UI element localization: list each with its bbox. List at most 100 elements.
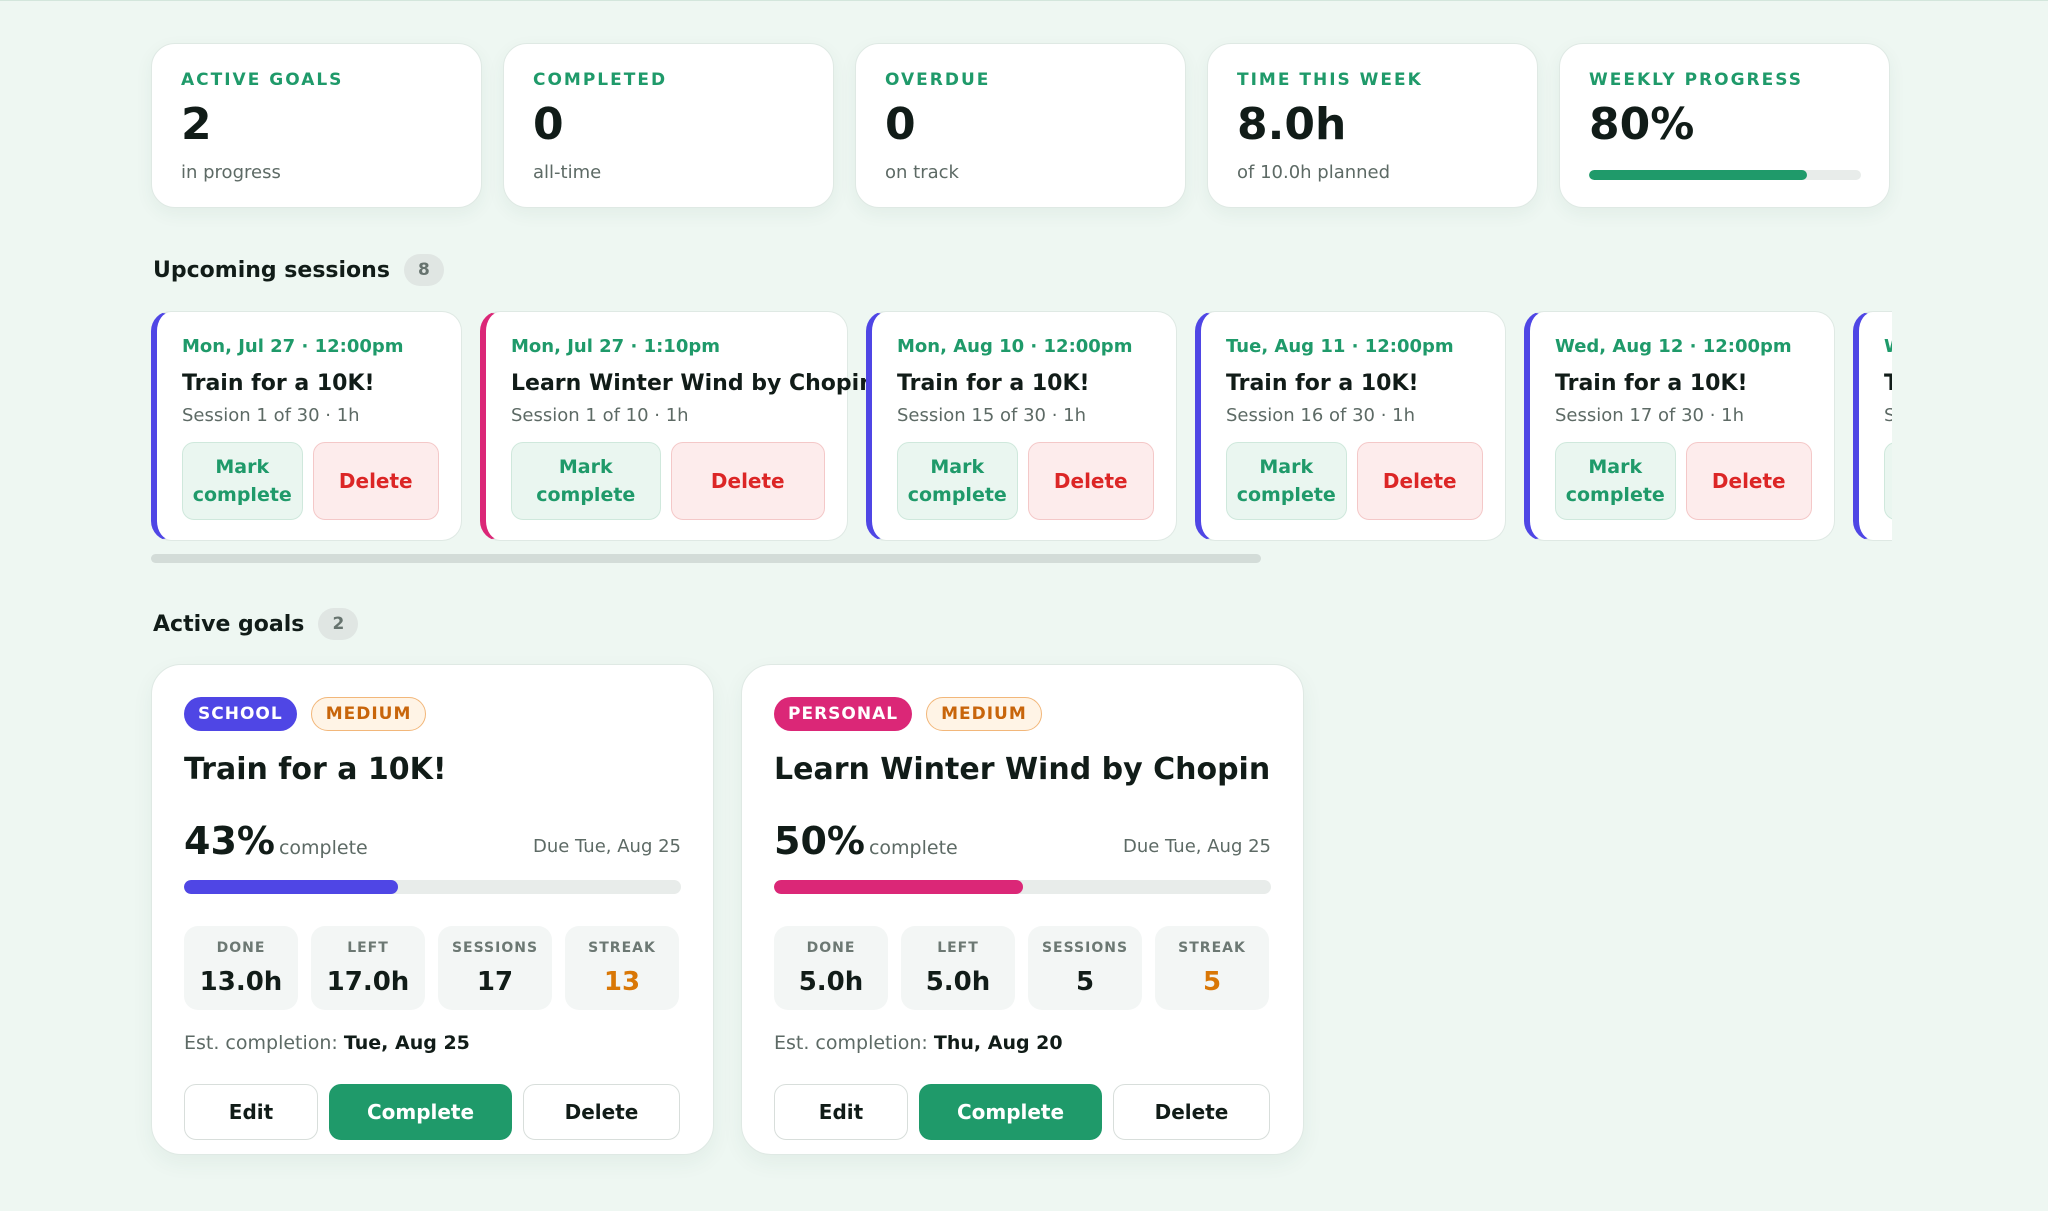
session-title: Train for a 10K!	[1884, 371, 1892, 396]
delete-goal-button[interactable]: Delete	[1113, 1084, 1270, 1140]
session-actions: Mark complete Delete	[1884, 442, 1892, 520]
goal-progress-fill	[184, 880, 398, 894]
metric-label: SESSIONS	[1041, 940, 1129, 956]
mark-complete-button[interactable]: Mark complete	[1884, 442, 1892, 520]
percent-value: 50%	[774, 819, 865, 863]
complete-button[interactable]: Complete	[329, 1084, 512, 1140]
stat-sub: on track	[885, 162, 959, 183]
metric-left: LEFT 5.0h	[901, 926, 1015, 1010]
section-title: Active goals	[153, 611, 305, 637]
edit-button[interactable]: Edit	[774, 1084, 908, 1140]
stat-value: 0	[533, 99, 564, 150]
priority-badge: MEDIUM	[310, 697, 427, 731]
stat-label: WEEKLY PROGRESS	[1589, 70, 1803, 90]
session-actions: Mark complete Delete	[1226, 442, 1483, 520]
session-card: Mon, Jul 27 · 1:10pm Learn Winter Wind b…	[480, 311, 875, 541]
metric-left: LEFT 17.0h	[311, 926, 425, 1010]
due-date: Due Tue, Aug 25	[1122, 836, 1271, 857]
goal-progress-bar	[774, 880, 1271, 894]
metric-done: DONE 5.0h	[774, 926, 888, 1010]
sessions-track: Mon, Jul 27 · 12:00pm Train for a 10K! S…	[151, 311, 1892, 541]
metric-label: SESSIONS	[451, 940, 539, 956]
est-date: Thu, Aug 20	[933, 1032, 1063, 1054]
category-badge: PERSONAL	[774, 697, 913, 731]
stat-label: OVERDUE	[885, 70, 991, 90]
est-date: Tue, Aug 25	[343, 1032, 470, 1054]
edit-button[interactable]: Edit	[184, 1084, 318, 1140]
goal-title: Learn Winter Wind by Chopin	[774, 752, 1271, 787]
complete-button[interactable]: Complete	[919, 1084, 1102, 1140]
stat-sub: in progress	[181, 162, 281, 183]
sessions-carousel[interactable]: Mon, Jul 27 · 12:00pm Train for a 10K! S…	[151, 311, 1892, 543]
goal-metrics: DONE 13.0h LEFT 17.0h SESSIONS 17 STREAK…	[184, 926, 681, 1010]
percent-value: 43%	[184, 819, 275, 863]
metric-streak: STREAK 13	[565, 926, 679, 1010]
delete-goal-button[interactable]: Delete	[523, 1084, 680, 1140]
stat-value: 80%	[1589, 99, 1695, 150]
est-label: Est. completion:	[184, 1032, 338, 1054]
metric-value: 5	[1075, 967, 1095, 997]
stat-sub: of 10.0h planned	[1237, 162, 1391, 183]
session-title: Train for a 10K!	[1226, 371, 1419, 396]
sessions-scrollbar[interactable]	[151, 554, 1892, 563]
metric-label: DONE	[216, 940, 266, 956]
stats-row: ACTIVE GOALS 2 in progress COMPLETED 0 a…	[151, 43, 1890, 208]
mark-complete-button[interactable]: Mark complete	[897, 442, 1018, 520]
goal-metrics: DONE 5.0h LEFT 5.0h SESSIONS 5 STREAK 5	[774, 926, 1271, 1010]
goals-grid: SCHOOL MEDIUM Train for a 10K! 43% compl…	[151, 664, 1304, 1155]
session-title: Train for a 10K!	[1555, 371, 1748, 396]
percent-complete: 43% complete	[184, 819, 368, 863]
session-date: Tue, Aug 11 · 12:00pm	[1226, 336, 1454, 357]
metric-value: 17.0h	[326, 967, 410, 997]
session-meta: Session 15 of 30 · 1h	[897, 405, 1087, 426]
stat-label: ACTIVE GOALS	[181, 70, 344, 90]
scrollbar-thumb[interactable]	[151, 554, 1261, 563]
stat-value: 8.0h	[1237, 99, 1347, 150]
session-card: Wed, Aug 12 · 12:00pm Train for a 10K! S…	[1524, 311, 1835, 541]
goal-tags: PERSONAL MEDIUM	[774, 697, 1271, 731]
top-divider	[0, 0, 2048, 1]
session-card: Tue, Aug 11 · 12:00pm Train for a 10K! S…	[1195, 311, 1506, 541]
stat-card-active-goals: ACTIVE GOALS 2 in progress	[151, 43, 482, 208]
count-badge: 2	[318, 608, 359, 640]
delete-session-button[interactable]: Delete	[670, 442, 825, 520]
metric-value: 5.0h	[798, 967, 864, 997]
metric-label: DONE	[806, 940, 856, 956]
metric-value: 5	[1202, 967, 1222, 997]
session-date: Wed, Aug 12 · 12:00pm	[1884, 336, 1892, 358]
session-title: Learn Winter Wind by Chopin	[511, 371, 875, 396]
mark-complete-button[interactable]: Mark complete	[1555, 442, 1676, 520]
metric-value: 13.0h	[199, 967, 283, 997]
goal-card: SCHOOL MEDIUM Train for a 10K! 43% compl…	[151, 664, 714, 1155]
section-title: Upcoming sessions	[153, 257, 390, 283]
metric-label: LEFT	[347, 940, 389, 956]
session-meta: Session 18 of 30 · 1h	[1884, 405, 1892, 426]
goal-progress-row: 43% complete Due Tue, Aug 25	[184, 817, 681, 863]
metric-done: DONE 13.0h	[184, 926, 298, 1010]
delete-session-button[interactable]: Delete	[1027, 442, 1154, 520]
category-badge: SCHOOL	[184, 697, 297, 731]
mark-complete-button[interactable]: Mark complete	[511, 442, 661, 520]
mark-complete-button[interactable]: Mark complete	[182, 442, 303, 520]
est-completion: Est. completion: Tue, Aug 25	[184, 1030, 681, 1056]
session-date: Mon, Aug 10 · 12:00pm	[897, 336, 1133, 357]
goal-tags: SCHOOL MEDIUM	[184, 697, 681, 731]
metric-value: 13	[603, 967, 641, 997]
delete-session-button[interactable]: Delete	[1356, 442, 1483, 520]
metric-label: LEFT	[937, 940, 979, 956]
delete-session-button[interactable]: Delete	[312, 442, 439, 520]
percent-label: complete	[278, 837, 368, 859]
goal-actions: Edit Complete Delete	[184, 1084, 681, 1140]
stat-card-time-this-week: TIME THIS WEEK 8.0h of 10.0h planned	[1207, 43, 1538, 208]
upcoming-sessions-header: Upcoming sessions 8	[153, 254, 444, 286]
stat-label: COMPLETED	[533, 70, 668, 90]
stat-sub: all-time	[533, 162, 602, 183]
delete-session-button[interactable]: Delete	[1685, 442, 1812, 520]
metric-sessions: SESSIONS 5	[1028, 926, 1142, 1010]
mark-complete-button[interactable]: Mark complete	[1226, 442, 1347, 520]
metric-label: STREAK	[588, 940, 656, 956]
est-completion: Est. completion: Thu, Aug 20	[774, 1030, 1271, 1056]
session-title: Train for a 10K!	[182, 371, 375, 396]
session-actions: Mark complete Delete	[182, 442, 439, 520]
session-meta: Session 1 of 30 · 1h	[182, 405, 360, 426]
